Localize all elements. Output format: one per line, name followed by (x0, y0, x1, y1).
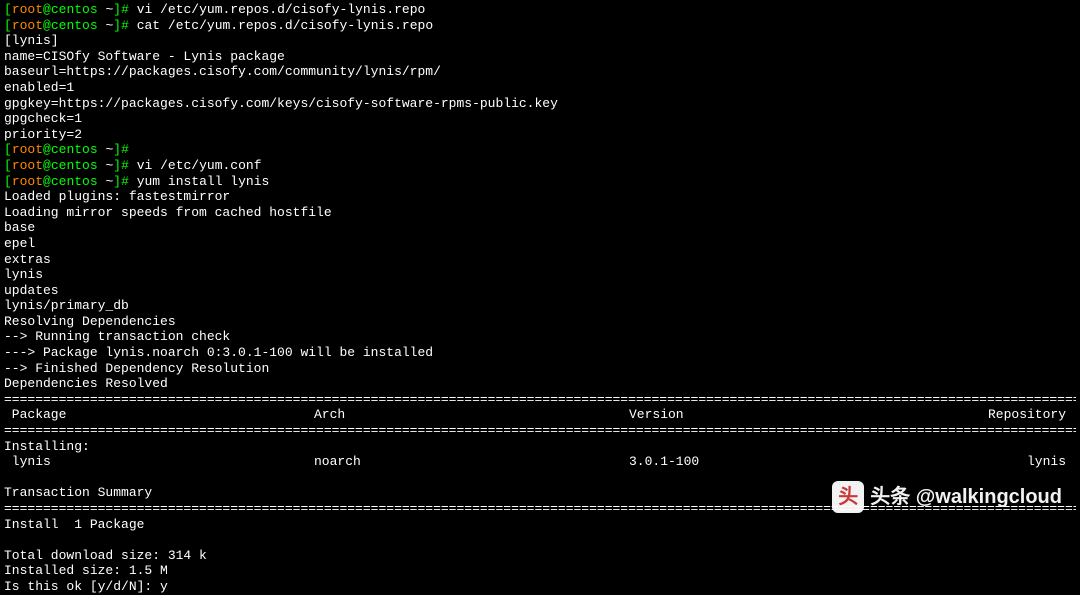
repo-line: priority=2 (4, 127, 1076, 143)
col-header-package: Package (4, 407, 314, 423)
table-header: Package Arch Version Repository (4, 407, 1076, 423)
yum-output-line: Loaded plugins: fastestmirror (4, 189, 1076, 205)
prompt-line: [root@centos ~]# vi /etc/yum.repos.d/cis… (4, 2, 1076, 18)
yum-output-line: extras (4, 252, 1076, 268)
cell-version: 3.0.1-100 (629, 454, 984, 470)
yum-output-line: Loading mirror speeds from cached hostfi… (4, 205, 1076, 221)
repo-line: name=CISOfy Software - Lynis package (4, 49, 1076, 65)
divider: ========================================… (4, 392, 1076, 408)
watermark-text: 头条 @walkingcloud (870, 485, 1062, 509)
repo-line: gpgkey=https://packages.cisofy.com/keys/… (4, 96, 1076, 112)
confirm-line[interactable]: Is this ok [y/d/N]: y (4, 579, 1076, 595)
repo-section: [lynis] (4, 33, 1076, 49)
install-count: Install 1 Package (4, 517, 1076, 533)
yum-output-line: Dependencies Resolved (4, 376, 1076, 392)
repo-line: gpgcheck=1 (4, 111, 1076, 127)
blank-line (4, 532, 1076, 548)
installing-label: Installing: (4, 439, 1076, 455)
yum-output-line: --> Running transaction check (4, 329, 1076, 345)
repo-line: enabled=1 (4, 80, 1076, 96)
yum-output-line: epel (4, 236, 1076, 252)
watermark: 头 头条 @walkingcloud (832, 481, 1062, 513)
yum-output-line: lynis/primary_db (4, 298, 1076, 314)
col-header-arch: Arch (314, 407, 629, 423)
table-row: lynis noarch 3.0.1-100 lynis (4, 454, 1076, 470)
yum-output-line: Resolving Dependencies (4, 314, 1076, 330)
cell-repository: lynis (984, 454, 1076, 470)
installed-size: Installed size: 1.5 M (4, 563, 1076, 579)
prompt-line: [root@centos ~]# yum install lynis (4, 174, 1076, 190)
repo-line: baseurl=https://packages.cisofy.com/comm… (4, 64, 1076, 80)
watermark-icon: 头 (832, 481, 864, 513)
divider: ========================================… (4, 423, 1076, 439)
yum-output-line: base (4, 220, 1076, 236)
download-size: Total download size: 314 k (4, 548, 1076, 564)
confirm-input: y (160, 579, 168, 594)
cell-arch: noarch (314, 454, 629, 470)
col-header-repository: Repository (984, 407, 1076, 423)
yum-output-line: ---> Package lynis.noarch 0:3.0.1-100 wi… (4, 345, 1076, 361)
prompt-line: [root@centos ~]# vi /etc/yum.conf (4, 158, 1076, 174)
cell-package: lynis (4, 454, 314, 470)
yum-output-line: lynis (4, 267, 1076, 283)
yum-output-line: updates (4, 283, 1076, 299)
yum-output-line: --> Finished Dependency Resolution (4, 361, 1076, 377)
prompt-line: [root@centos ~]# cat /etc/yum.repos.d/ci… (4, 18, 1076, 34)
col-header-version: Version (629, 407, 984, 423)
prompt-line: [root@centos ~]# (4, 142, 1076, 158)
